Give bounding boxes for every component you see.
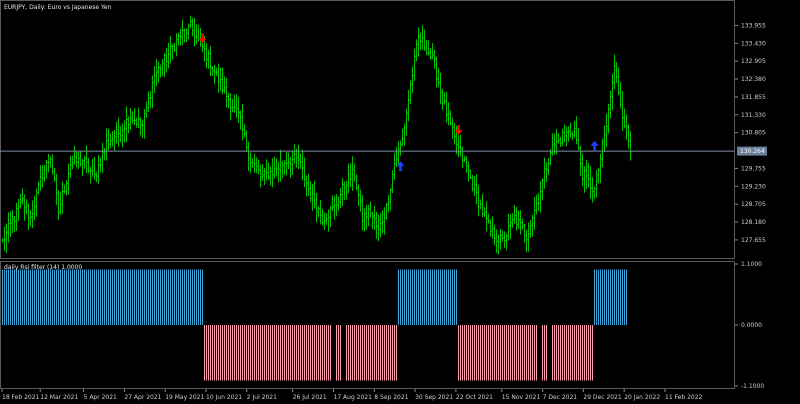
price-tick-label: 130.805 <box>741 130 766 137</box>
time-tick-label: 19 May 2021 <box>165 394 204 401</box>
time-tick-label: 10 Jun 2021 <box>206 394 242 401</box>
time-tick-label: 29 Dec 2021 <box>583 394 622 401</box>
price-tick-label: 132.380 <box>741 76 766 83</box>
time-tick-label: 8 Sep 2021 <box>374 394 408 401</box>
price-tick-label: 128.705 <box>741 201 766 208</box>
window-title: EURJPY, Daily: Euro vs Japanese Yen <box>4 4 112 11</box>
time-tick-label: 2 Jul 2021 <box>247 394 277 401</box>
current-price-tag: 130.264 <box>737 146 767 156</box>
price-tick-label: 129.230 <box>741 183 766 190</box>
time-tick-label: 11 Feb 2022 <box>665 394 703 401</box>
indicator-tick-label: 0.0000 <box>741 322 762 329</box>
time-tick-label: 20 Jan 2022 <box>624 394 660 401</box>
current-price-label: 130.264 <box>740 148 765 155</box>
time-tick-label: 5 Apr 2021 <box>84 394 117 401</box>
price-tick-label: 131.855 <box>741 94 766 101</box>
chart-canvas[interactable]: EURJPY, Daily: Euro vs Japanese Yen 133.… <box>0 0 800 404</box>
indicator-title: daily Rsi filter (14) 1.0000 <box>4 264 82 271</box>
time-tick-label: 12 Mar 2021 <box>40 394 78 401</box>
price-tick-label: 133.955 <box>741 22 766 29</box>
price-tick-label: 127.655 <box>741 237 766 244</box>
time-tick-label: 18 Feb 2021 <box>2 394 40 401</box>
price-tick-label: 132.905 <box>741 58 766 65</box>
indicator-tick-label: -1.1000 <box>741 383 764 390</box>
time-tick-label: 26 Jul 2021 <box>293 394 327 401</box>
time-tick-label: 22 Oct 2021 <box>456 394 493 401</box>
price-tick-label: 129.755 <box>741 165 766 172</box>
time-tick-label: 30 Sep 2021 <box>415 394 453 401</box>
time-tick-label: 17 Aug 2021 <box>334 394 373 401</box>
price-tick-label: 128.180 <box>741 219 766 226</box>
indicator-tick-label: 1.1000 <box>741 261 762 268</box>
time-tick-label: 7 Dec 2021 <box>543 394 578 401</box>
time-tick-label: 15 Nov 2021 <box>502 394 541 401</box>
time-tick-label: 27 Apr 2021 <box>124 394 161 401</box>
price-tick-label: 131.330 <box>741 112 766 119</box>
chart-background <box>0 0 800 404</box>
price-tick-label: 133.430 <box>741 40 766 47</box>
